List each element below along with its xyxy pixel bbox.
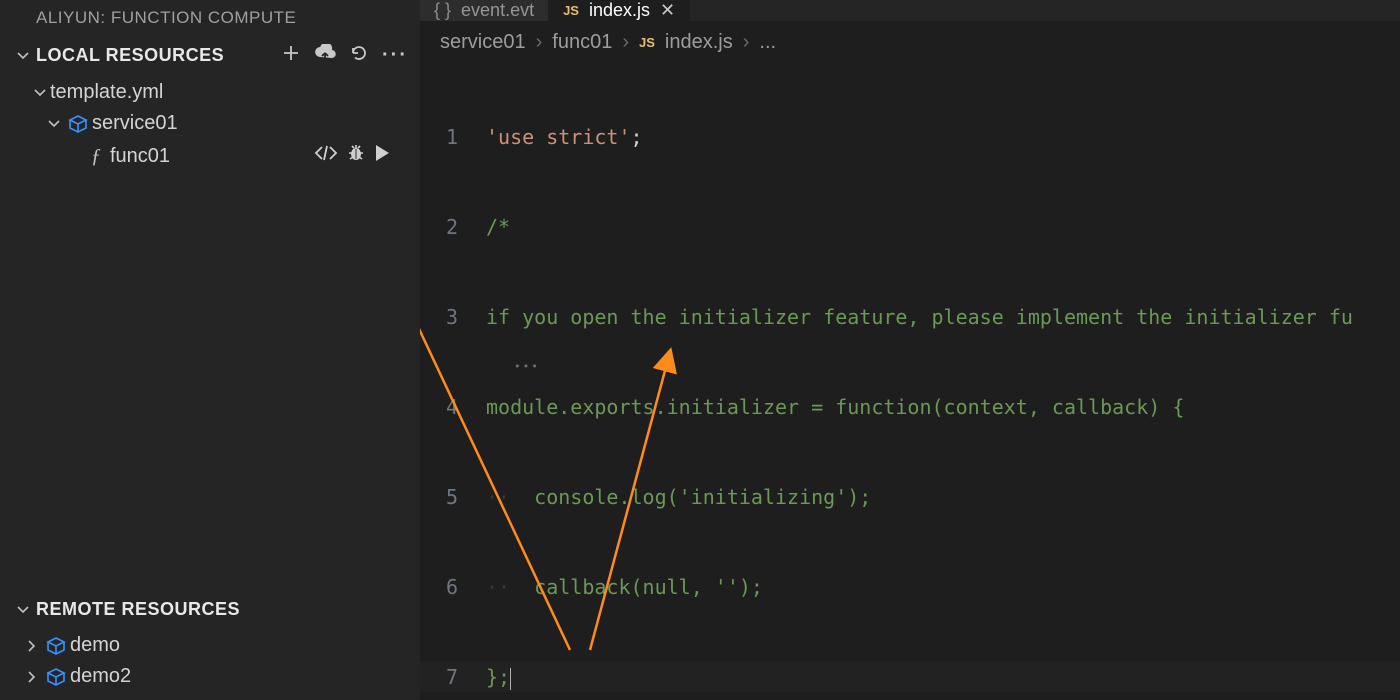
tab-event[interactable]: { } event.evt (420, 0, 549, 21)
tree-row-remote[interactable]: demo (0, 630, 420, 661)
panel-title: ALIYUN: FUNCTION COMPUTE (0, 0, 420, 38)
editor-tabs: { } event.evt JS index.js ✕ (420, 0, 1400, 21)
tree-item-label: demo (70, 634, 408, 657)
chevron-right-icon: › (622, 31, 629, 54)
line-number: 1 (420, 122, 486, 152)
tab-label: event.evt (461, 0, 534, 21)
tree-row-remote[interactable]: demo2 (0, 661, 420, 692)
sidebar: ALIYUN: FUNCTION COMPUTE LOCAL RESOURCES… (0, 0, 420, 700)
line-number: 5 (420, 482, 486, 512)
local-tree: template.yml service01 ƒ func01 (0, 73, 420, 193)
tree-item-label: demo2 (70, 665, 408, 688)
chevron-down-icon (44, 118, 64, 130)
remote-tree: demo demo2 (0, 626, 420, 700)
breadcrumb-item[interactable]: func01 (552, 31, 612, 54)
cube-icon (42, 636, 70, 656)
chevron-right-icon: › (743, 31, 750, 54)
tree-item-label: func01 (110, 145, 314, 168)
play-icon[interactable] (374, 144, 390, 168)
remote-resources-header[interactable]: REMOTE RESOURCES (0, 593, 420, 626)
cube-icon (64, 114, 92, 134)
cube-icon (42, 667, 70, 687)
tree-item-label: service01 (92, 112, 408, 135)
line-number: 7 (420, 662, 486, 692)
js-icon: JS (639, 35, 655, 50)
section-label: LOCAL RESOURCES (36, 45, 282, 66)
line-number: 6 (420, 572, 486, 602)
line-number: 3 (420, 302, 486, 332)
more-icon[interactable]: ··· (382, 44, 408, 67)
fold-dots-icon: ••• (514, 352, 540, 382)
breadcrumbs[interactable]: service01 › func01 › JS index.js › ... (420, 21, 1400, 60)
code-icon[interactable] (314, 144, 338, 168)
chevron-down-icon (14, 604, 32, 616)
editor-area: { } event.evt JS index.js ✕ service01 › … (420, 0, 1400, 700)
tab-label: index.js (589, 0, 650, 21)
tree-row-func[interactable]: ƒ func01 (0, 139, 420, 173)
chevron-right-icon (22, 640, 42, 652)
tree-row-service[interactable]: service01 (0, 108, 420, 139)
close-icon[interactable]: ✕ (660, 0, 675, 21)
chevron-down-icon (30, 87, 50, 99)
braces-icon: { } (434, 0, 451, 21)
code-editor[interactable]: 1'use strict'; 2/* 3if you open the init… (420, 60, 1400, 700)
breadcrumb-item[interactable]: index.js (665, 31, 733, 54)
breadcrumb-item[interactable]: service01 (440, 31, 526, 54)
tab-index[interactable]: JS index.js ✕ (549, 0, 690, 21)
refresh-icon[interactable] (350, 44, 368, 67)
chevron-right-icon (22, 671, 42, 683)
chevron-down-icon (14, 50, 32, 62)
line-number: 2 (420, 212, 486, 242)
local-resources-header[interactable]: LOCAL RESOURCES ··· (0, 38, 420, 73)
function-icon: ƒ (82, 145, 110, 168)
breadcrumb-item[interactable]: ... (759, 31, 776, 54)
line-number: 4 (420, 392, 486, 422)
tree-row-template[interactable]: template.yml (0, 77, 420, 108)
add-icon[interactable] (282, 44, 300, 67)
chevron-right-icon: › (536, 31, 543, 54)
bug-icon[interactable] (346, 143, 366, 169)
section-label: REMOTE RESOURCES (36, 599, 408, 620)
js-icon: JS (563, 3, 579, 18)
cloud-upload-icon[interactable] (314, 44, 336, 67)
tree-item-label: template.yml (50, 81, 408, 104)
